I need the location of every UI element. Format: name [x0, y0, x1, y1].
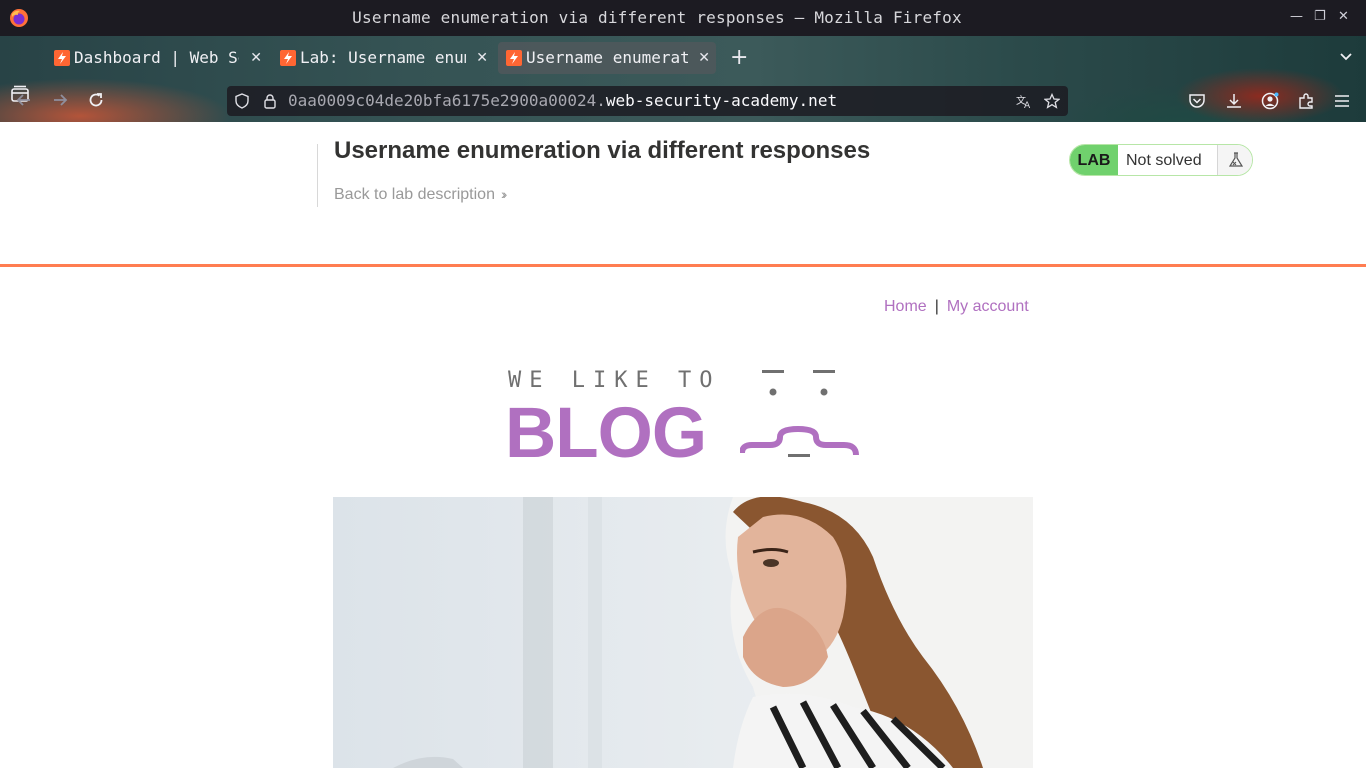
close-window-icon[interactable]: ✕ [1338, 9, 1349, 24]
shield-icon[interactable] [234, 93, 250, 109]
tab-label: Dashboard | Web Se [74, 48, 239, 67]
portswigger-favicon-icon [506, 50, 522, 66]
my-account-link[interactable]: My account [947, 298, 1029, 315]
blog-hero-image [333, 497, 1033, 768]
close-tab-icon[interactable]: ✕ [476, 42, 488, 74]
lab-header-divider [317, 144, 318, 207]
window-titlebar: Username enumeration via different respo… [0, 0, 1366, 36]
restore-icon[interactable]: ❐ [1314, 9, 1326, 24]
nav-separator: | [934, 298, 939, 315]
downloads-icon[interactable] [1225, 92, 1243, 110]
tab-dashboard[interactable]: Dashboard | Web Se ✕ [46, 42, 268, 74]
back-arrow-icon[interactable] [14, 90, 34, 110]
extensions-icon[interactable] [1297, 92, 1315, 110]
back-to-lab-description-link[interactable]: Back to lab description ›› [334, 186, 508, 204]
list-all-tabs-icon[interactable] [1338, 48, 1354, 64]
tab-label: Username enumerat [526, 48, 688, 67]
blog-nav: Home | My account [884, 298, 1029, 316]
flask-icon [1228, 152, 1244, 167]
portswigger-favicon-icon [280, 50, 296, 66]
banner-blog-word: BLOG [505, 394, 707, 473]
url-subdomain: 0aa0009c04de20bfa6175e2900a00024. [288, 91, 606, 110]
minimize-icon[interactable]: — [1290, 9, 1303, 24]
lab-tag: LAB [1070, 145, 1118, 175]
header-separator [0, 264, 1366, 267]
double-chevron-right-icon: ›› [500, 186, 508, 202]
svg-text:A: A [1024, 101, 1031, 109]
account-icon[interactable] [1261, 92, 1279, 110]
banner-tagline: WE LIKE TO [508, 368, 721, 393]
home-link[interactable]: Home [884, 298, 927, 315]
menu-hamburger-icon[interactable] [1333, 92, 1351, 110]
url-domain: web-security-academy.net [605, 91, 838, 110]
close-tab-icon[interactable]: ✕ [698, 42, 710, 74]
lock-icon[interactable] [262, 93, 278, 109]
lab-flask-button[interactable] [1217, 145, 1252, 175]
shocked-woman-image-icon [333, 497, 1033, 768]
forward-arrow-icon[interactable] [50, 90, 70, 110]
curly-brace-face-icon [740, 370, 859, 457]
pocket-icon[interactable] [1188, 92, 1206, 110]
blog-banner: WE LIKE TO BLOG [505, 365, 865, 473]
bookmark-star-icon[interactable] [1044, 93, 1060, 109]
url-bar[interactable]: 0aa0009c04de20bfa6175e2900a00024.web-sec… [227, 86, 1068, 116]
tab-lab-description[interactable]: Lab: Username enum ✕ [272, 42, 494, 74]
close-tab-icon[interactable]: ✕ [250, 42, 262, 74]
portswigger-favicon-icon [54, 50, 70, 66]
reload-icon[interactable] [86, 90, 106, 110]
url-text[interactable]: 0aa0009c04de20bfa6175e2900a00024.web-sec… [288, 91, 837, 110]
lab-status-widget: LAB Not solved [1069, 144, 1253, 176]
back-link-label: Back to lab description [334, 186, 495, 203]
translate-icon[interactable]: 文 A [1016, 93, 1032, 109]
lab-title: Username enumeration via different respo… [334, 137, 871, 164]
lab-status-text: Not solved [1126, 152, 1202, 169]
new-tab-icon[interactable]: + [730, 45, 748, 70]
window-title: Username enumeration via different respo… [352, 8, 962, 27]
tab-lab-active[interactable]: Username enumerat ✕ [498, 42, 716, 74]
tab-label: Lab: Username enum [300, 48, 466, 67]
